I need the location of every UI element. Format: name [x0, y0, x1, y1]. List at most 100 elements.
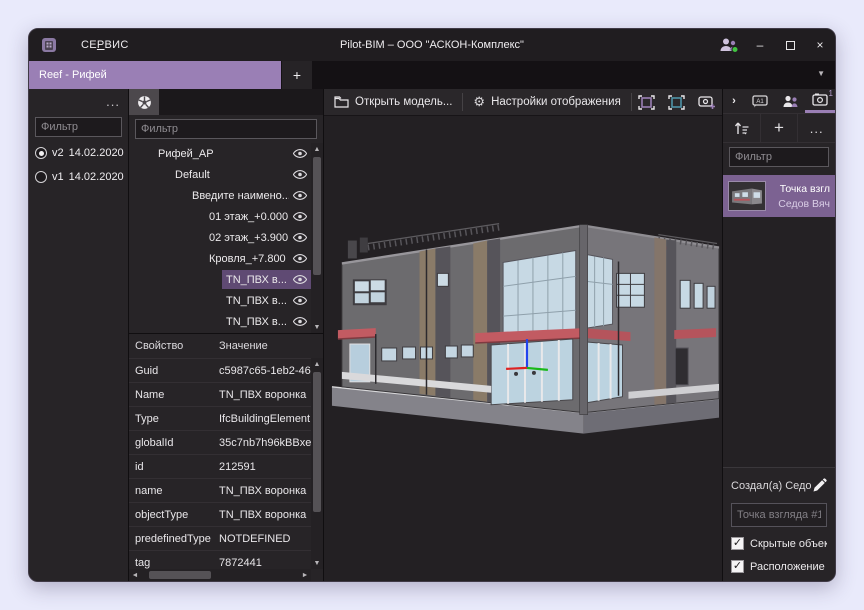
eye-visibility-icon[interactable]: [289, 254, 307, 263]
tree-item[interactable]: Кровля_+7.800: [129, 248, 311, 269]
tree-item[interactable]: 01 этаж_+0.000: [129, 206, 311, 227]
new-tab-button[interactable]: +: [282, 61, 312, 89]
property-value: c5987c65-1eb2-46b: [219, 365, 311, 377]
tab-reef-rifey[interactable]: Reef - Рифей: [29, 61, 281, 89]
property-key: globalId: [135, 437, 219, 449]
checkbox-icon[interactable]: ✓: [731, 560, 744, 573]
property-row[interactable]: globalId35c7nb7h96kBBxes: [129, 430, 311, 454]
property-row[interactable]: NameTN_ПВХ воронка: [129, 382, 311, 406]
tree-item[interactable]: TN_ПВХ в...: [129, 290, 311, 311]
viewpoint-option-label: Расположение: [750, 561, 825, 573]
select-rectangle-button[interactable]: [632, 89, 662, 115]
props-vscrollbar[interactable]: ▲ ▼: [311, 358, 323, 569]
scroll-up-icon[interactable]: ▲: [311, 143, 323, 155]
scroll-right-icon[interactable]: ►: [299, 572, 311, 579]
scroll-up-icon[interactable]: ▲: [311, 358, 323, 370]
viewpoint-name-input[interactable]: [731, 503, 827, 527]
structure-filter-input[interactable]: [135, 119, 317, 139]
version-row[interactable]: v214.02.2020: [29, 141, 128, 165]
eye-visibility-icon[interactable]: [289, 170, 307, 179]
document-tab-strip: Reef - Рифей + ▼: [29, 61, 835, 89]
props-header-value: Значение: [219, 340, 311, 352]
tree-item[interactable]: TN_ПВХ в...: [129, 269, 311, 290]
tab-annotations[interactable]: A1: [745, 89, 775, 113]
created-by-label: Создал(а) Седо: [731, 480, 812, 492]
close-button[interactable]: ×: [805, 32, 835, 58]
property-row[interactable]: nameTN_ПВХ воронка: [129, 478, 311, 502]
property-key: Name: [135, 389, 219, 401]
add-viewpoint-button[interactable]: [692, 89, 722, 115]
tab-model-structure[interactable]: [129, 89, 159, 115]
people-icon: [782, 95, 799, 108]
viewpoint-option[interactable]: ✓ Расположение: [731, 560, 827, 573]
viewpoint-options: ✓Скрытые объек✓Расположение: [731, 537, 827, 573]
viewpoint-author: Седов Вяч: [771, 198, 830, 210]
scroll-thumb[interactable]: [149, 571, 211, 579]
viewpoints-more-button[interactable]: ...: [797, 114, 835, 142]
versions-more-button[interactable]: ...: [106, 94, 120, 109]
eye-visibility-icon[interactable]: [289, 191, 307, 200]
camera-plus-icon: [698, 95, 716, 110]
property-key: name: [135, 485, 219, 497]
property-value: 7872441: [219, 557, 311, 569]
tree-item-label: Рифей_АР: [158, 148, 214, 160]
tree-item[interactable]: Default: [129, 164, 311, 185]
props-header-row: СвойствоЗначение: [129, 334, 311, 358]
tree-scrollbar[interactable]: ▲ ▼: [311, 143, 323, 333]
version-radio[interactable]: [35, 147, 47, 159]
viewport-area: Открыть модель... ⚙ Настройки отображени…: [324, 89, 722, 581]
version-radio[interactable]: [35, 171, 47, 183]
user-status-button[interactable]: [715, 32, 745, 58]
tab-viewpoints[interactable]: 1: [805, 89, 835, 113]
display-settings-button[interactable]: ⚙ Настройки отображения: [463, 89, 630, 115]
property-row[interactable]: objectTypeTN_ПВХ воронка: [129, 502, 311, 526]
checkbox-icon[interactable]: ✓: [731, 537, 744, 550]
viewpoints-actions: + ...: [723, 113, 835, 143]
tree-item[interactable]: 02 этаж_+3.900: [129, 227, 311, 248]
property-row[interactable]: TypeIfcBuildingElement: [129, 406, 311, 430]
scroll-down-icon[interactable]: ▼: [311, 321, 323, 333]
scroll-thumb[interactable]: [313, 157, 321, 275]
tab-participants[interactable]: [775, 89, 805, 113]
open-model-button[interactable]: Открыть модель...: [324, 89, 462, 115]
display-settings-label: Настройки отображения: [491, 96, 621, 108]
props-hscrollbar[interactable]: ◄ ►: [129, 569, 311, 581]
eye-visibility-icon[interactable]: [289, 212, 307, 221]
viewpoint-option[interactable]: ✓Скрытые объек: [731, 537, 827, 550]
tree-item[interactable]: Введите наимено...: [129, 185, 311, 206]
viewpoint-thumbnail: [728, 181, 766, 211]
maximize-icon: [786, 41, 795, 50]
edit-pencil-icon[interactable]: [812, 478, 827, 493]
scroll-thumb[interactable]: [313, 372, 321, 512]
viewpoints-filter-input[interactable]: [729, 147, 829, 167]
tree-item-highlight: Кровля_+7.800: [205, 249, 311, 268]
eye-visibility-icon[interactable]: [289, 275, 307, 284]
tree-item[interactable]: TN_ПВХ в...: [129, 311, 311, 332]
eye-visibility-icon[interactable]: [289, 296, 307, 305]
scroll-down-icon[interactable]: ▼: [311, 557, 323, 569]
versions-filter-input[interactable]: [35, 117, 122, 137]
version-row[interactable]: v114.02.2020: [29, 165, 128, 189]
eye-visibility-icon[interactable]: [289, 149, 307, 158]
property-row[interactable]: id212591: [129, 454, 311, 478]
eye-visibility-icon[interactable]: [289, 233, 307, 242]
viewpoints-list-empty[interactable]: [723, 217, 835, 467]
viewport-3d[interactable]: [324, 116, 722, 581]
building-model-3d[interactable]: [324, 116, 722, 581]
menu-service[interactable]: СЕРВИС: [81, 39, 129, 51]
viewpoint-item[interactable]: Точка взгл Седов Вяч: [723, 175, 835, 217]
tree-item-label: Default: [175, 169, 210, 181]
tree-item[interactable]: Рифей_АР: [129, 143, 311, 164]
maximize-button[interactable]: [775, 32, 805, 58]
property-row[interactable]: predefinedTypeNOTDEFINED: [129, 526, 311, 550]
property-row[interactable]: Guidc5987c65-1eb2-46b: [129, 358, 311, 382]
tab-overflow-chevron[interactable]: ▼: [817, 69, 825, 78]
add-viewpoint-list-button[interactable]: +: [760, 114, 798, 142]
sort-button[interactable]: [723, 114, 760, 142]
collapse-panel-button[interactable]: ›: [723, 89, 745, 113]
minimize-button[interactable]: –: [745, 32, 775, 58]
select-crossing-button[interactable]: [662, 89, 692, 115]
scroll-left-icon[interactable]: ◄: [129, 572, 141, 579]
menu-service-label: СЕРВИС: [81, 39, 129, 51]
eye-visibility-icon[interactable]: [289, 317, 307, 326]
